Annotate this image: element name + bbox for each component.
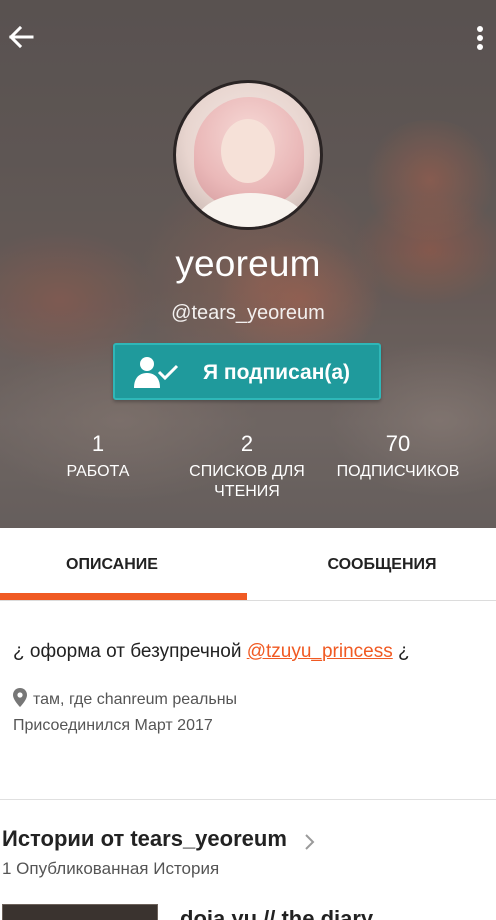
about-section: ¿ оформа от безупречной @tzuyu_princess … <box>0 601 496 799</box>
location-text: там, где chanreum реальны <box>33 691 238 708</box>
joined-date: Присоединился Март 2017 <box>13 717 213 734</box>
story-cover[interactable] <box>2 904 158 920</box>
description-text: ¿ оформа от безупречной <box>13 641 247 662</box>
stat-reading-lists-count: 2 <box>240 431 254 456</box>
top-bar <box>0 0 496 76</box>
avatar-photo <box>221 119 275 183</box>
profile-tabs: ОПИСАНИЕ СООБЩЕНИЯ <box>0 528 496 601</box>
stat-followers-label: ПОДПИСЧИКОВ <box>336 463 460 480</box>
stat-works[interactable]: 1 РАБОТА <box>40 430 156 482</box>
more-options-button[interactable] <box>470 22 490 52</box>
follow-button-label: Я подписан(а) <box>203 361 351 384</box>
profile-description: ¿ оформа от безупречной @tzuyu_princess … <box>13 641 410 663</box>
more-vert-icon <box>477 26 483 50</box>
section-divider <box>0 799 496 800</box>
arrow-left-icon <box>8 25 34 49</box>
chevron-right-icon[interactable] <box>303 831 317 853</box>
stat-works-count: 1 <box>91 431 105 456</box>
follow-button[interactable]: Я подписан(а) <box>113 343 381 400</box>
username: @tears_yeoreum <box>171 302 325 324</box>
location-pin-icon <box>13 688 27 707</box>
stat-followers-count: 70 <box>385 431 411 456</box>
stat-reading-lists[interactable]: 2 СПИСКОВ ДЛЯ ЧТЕНИЯ <box>176 430 318 502</box>
stat-reading-lists-label: СПИСКОВ ДЛЯ ЧТЕНИЯ <box>189 463 305 500</box>
stat-followers[interactable]: 70 ПОДПИСЧИКОВ <box>326 430 470 482</box>
stat-works-label: РАБОТА <box>66 463 130 480</box>
person-check-icon <box>134 357 179 388</box>
mention-link[interactable]: @tzuyu_princess <box>247 641 393 662</box>
back-button[interactable] <box>6 22 36 52</box>
active-tab-indicator <box>0 593 247 600</box>
tab-messages[interactable]: СООБЩЕНИЯ <box>258 528 496 601</box>
description-text-end: ¿ <box>392 641 410 662</box>
display-name: yeoreum <box>175 243 321 284</box>
stories-count: 1 Опубликованная История <box>2 859 220 878</box>
story-title[interactable]: doja yu // the diary <box>180 906 373 920</box>
stories-section-title[interactable]: Истории от tears_yeoreum <box>2 826 287 852</box>
location-row: там, где chanreum реальны <box>13 688 237 709</box>
tab-description[interactable]: ОПИСАНИЕ <box>0 528 236 601</box>
avatar[interactable] <box>173 80 323 230</box>
